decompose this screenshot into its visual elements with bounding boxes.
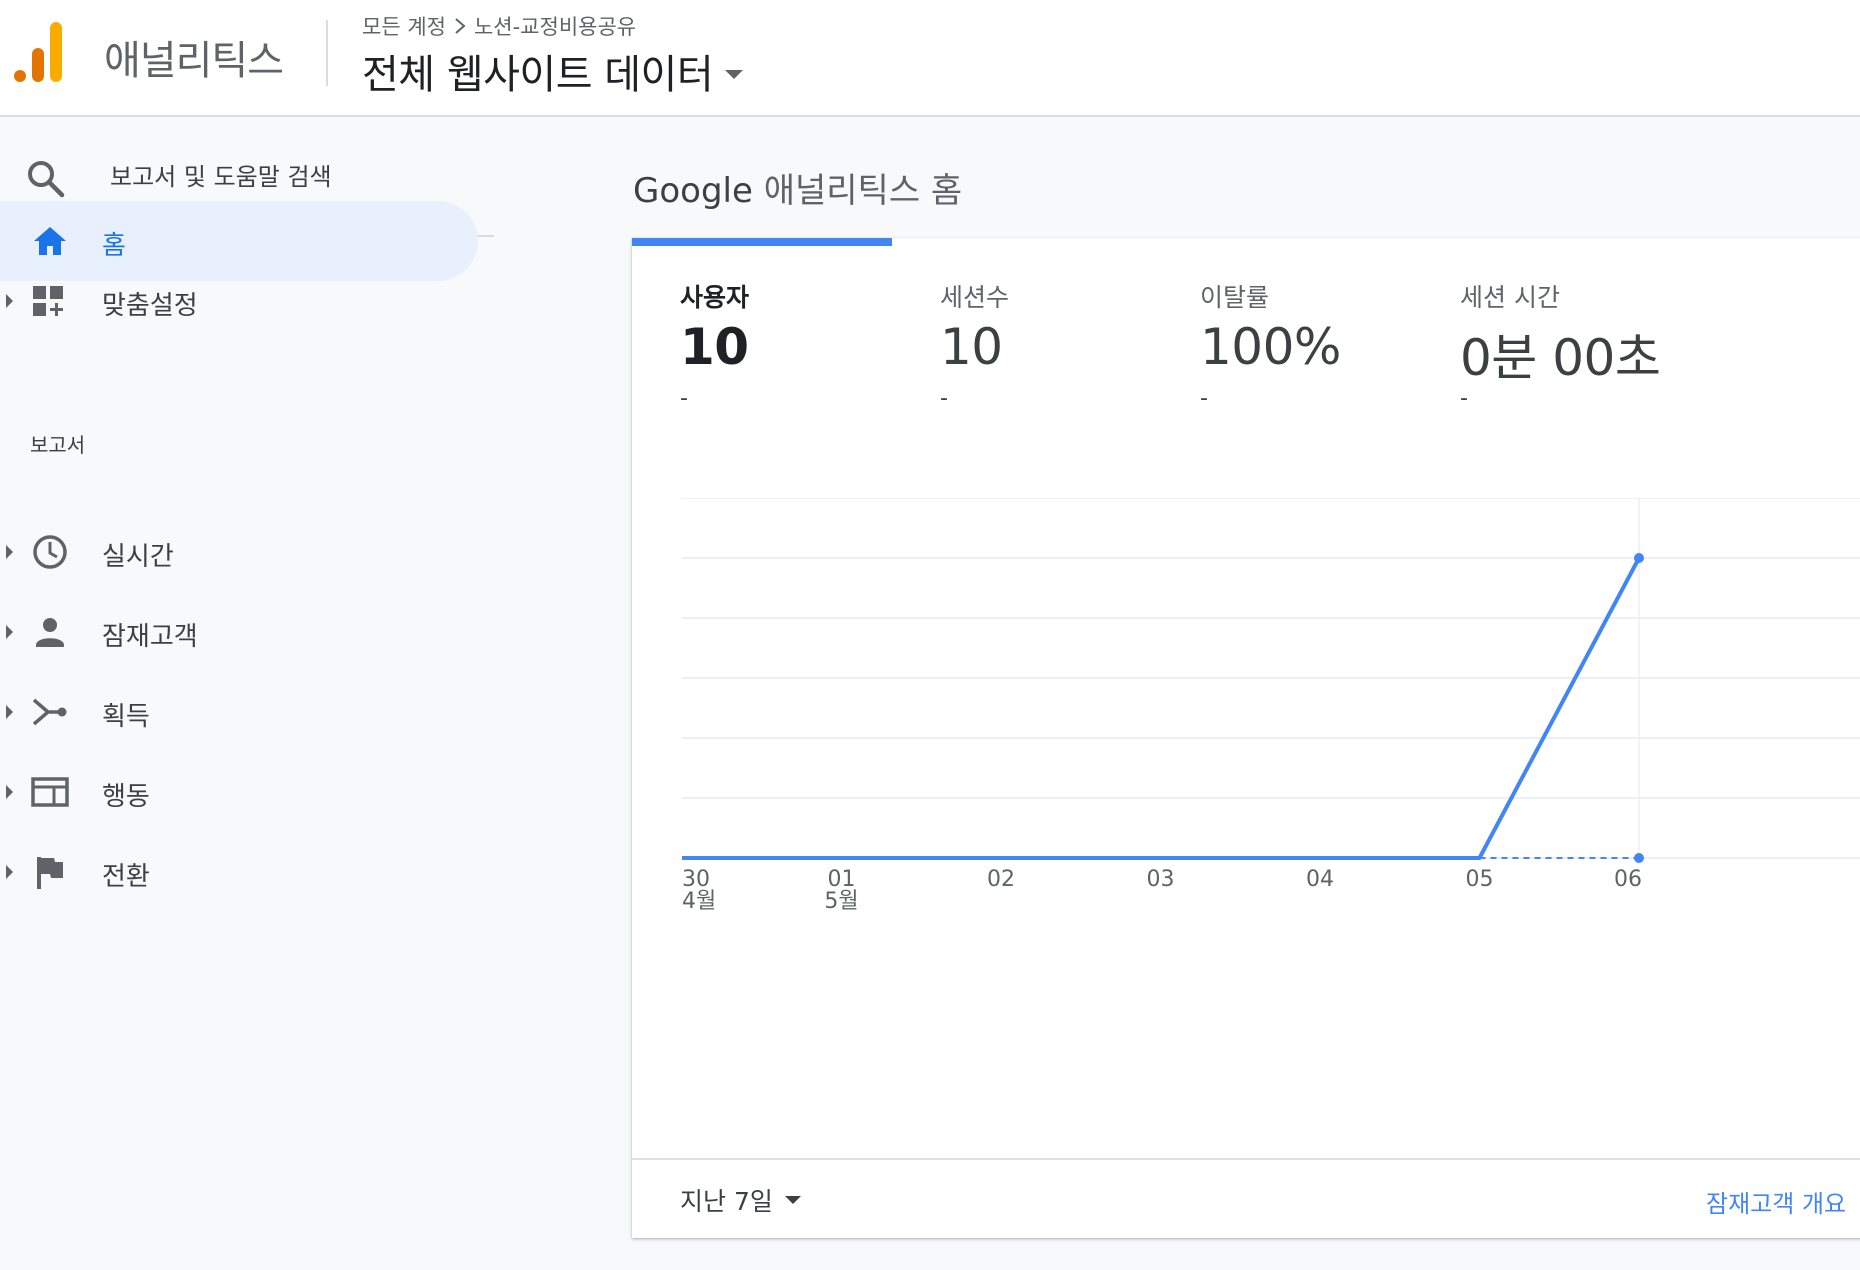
sidebar-item-label: 맞춤설정	[102, 291, 198, 321]
breadcrumb[interactable]: 모든 계정 노션-교정비용공유	[362, 11, 636, 41]
metric-value: 100%	[1200, 318, 1341, 376]
search-input[interactable]	[110, 159, 470, 195]
expand-arrow-icon[interactable]	[6, 545, 13, 559]
metric-label: 이탈률	[1200, 283, 1270, 312]
series-line	[682, 557, 1641, 860]
audience-overview-link[interactable]: 잠재고객 개요	[1706, 1184, 1846, 1219]
sidebar-item-label: 행동	[102, 782, 150, 812]
x-tick-label: 06	[1614, 867, 1642, 892]
metric-change: -	[1200, 386, 1208, 411]
search-icon[interactable]	[26, 159, 66, 199]
sidebar-item-conversions[interactable]: 전환	[0, 832, 480, 912]
sidebar-item-label: 홈	[102, 231, 126, 261]
sidebar-item-audience[interactable]: 잠재고객	[0, 592, 480, 672]
sidebar: 홈 맞춤설정 보고서 실시간 잠재고객	[0, 119, 494, 1270]
date-range-selector[interactable]: 지난 7일	[680, 1182, 801, 1218]
app-name: 애널리틱스	[104, 38, 284, 84]
metric-tab-bounce-rate[interactable]: 이탈률 100% -	[1152, 278, 1412, 428]
page-title: Google 애널리틱스 홈	[633, 163, 962, 212]
metric-change: -	[1460, 386, 1468, 411]
metric-label: 세션수	[940, 283, 1010, 312]
caret-down-icon[interactable]	[725, 69, 744, 79]
chevron-right-icon	[455, 18, 466, 34]
metric-label: 사용자	[680, 283, 750, 312]
expand-arrow-icon[interactable]	[6, 705, 13, 719]
expand-arrow-icon[interactable]	[6, 785, 13, 799]
x-month-label: 5월	[824, 889, 858, 914]
header-divider	[326, 20, 328, 86]
x-month-label: 4월	[682, 889, 716, 914]
x-tick-label: 03	[1147, 867, 1175, 892]
caret-down-icon[interactable]	[784, 1196, 801, 1204]
view-selector[interactable]: 전체 웹사이트 데이터	[362, 42, 744, 100]
metric-value: 10	[940, 318, 1003, 376]
date-range-label[interactable]: 지난 7일	[680, 1182, 773, 1218]
x-tick-label: 02	[987, 867, 1015, 892]
metric-tab-sessions[interactable]: 세션수 10 -	[892, 278, 1152, 428]
sidebar-item-acquisition[interactable]: 획득	[0, 672, 480, 752]
sidebar-item-label: 잠재고객	[102, 622, 198, 652]
metric-tab-users[interactable]: 사용자 10 -	[632, 278, 892, 428]
metric-value: 0분 00초	[1460, 329, 1661, 387]
expand-arrow-icon[interactable]	[6, 865, 13, 879]
flag-icon	[37, 857, 63, 889]
top-header: 애널리틱스 모든 계정 노션-교정비용공유 전체 웹사이트 데이터	[0, 0, 1860, 117]
page-title-text: 애널리틱스 홈	[763, 171, 963, 211]
users-line-chart: 304월015월02 03 04 05 06	[682, 498, 1860, 914]
sidebar-item-behavior[interactable]: 행동	[0, 752, 480, 832]
card-footer: 지난 7일 잠재고객 개요	[632, 1158, 1860, 1238]
breadcrumb-property[interactable]: 노션-교정비용공유	[474, 11, 636, 41]
expand-arrow-icon[interactable]	[6, 625, 13, 639]
sidebar-item-realtime[interactable]: 실시간	[0, 512, 480, 592]
comparison-data-point	[1634, 853, 1644, 863]
metric-change: -	[940, 386, 948, 411]
page-title-brand: Google	[633, 171, 753, 211]
metric-change: -	[680, 386, 688, 411]
dashboard-add-icon	[33, 286, 63, 316]
metric-tab-session-duration[interactable]: 세션 시간 0분 00초 -	[1412, 278, 1672, 428]
expand-arrow-icon[interactable]	[6, 294, 13, 308]
sidebar-item-label: 획득	[102, 702, 150, 732]
sidebar-item-label: 전환	[102, 862, 150, 892]
section-label-reports: 보고서	[30, 433, 86, 457]
sidebar-item-customization[interactable]: 맞춤설정	[0, 261, 480, 341]
metric-value: 10	[680, 318, 749, 376]
view-name[interactable]: 전체 웹사이트 데이터	[362, 42, 714, 100]
home-icon	[34, 227, 66, 255]
sidebar-item-label: 실시간	[102, 542, 174, 572]
person-icon	[36, 618, 64, 647]
breadcrumb-account[interactable]: 모든 계정	[362, 11, 446, 41]
behavior-icon	[31, 777, 69, 807]
overview-card: 사용자 10 - 세션수 10 - 이탈률 100% - 세션 시간 0분 00…	[632, 238, 1860, 1238]
clock-icon	[33, 535, 67, 569]
active-tab-indicator	[632, 238, 892, 246]
x-tick-label: 05	[1466, 867, 1494, 892]
metric-label: 세션 시간	[1460, 283, 1560, 312]
data-point	[1634, 553, 1644, 563]
analytics-logo-icon[interactable]	[12, 22, 66, 84]
x-tick-label: 04	[1306, 867, 1334, 892]
acquisition-icon	[32, 698, 67, 726]
